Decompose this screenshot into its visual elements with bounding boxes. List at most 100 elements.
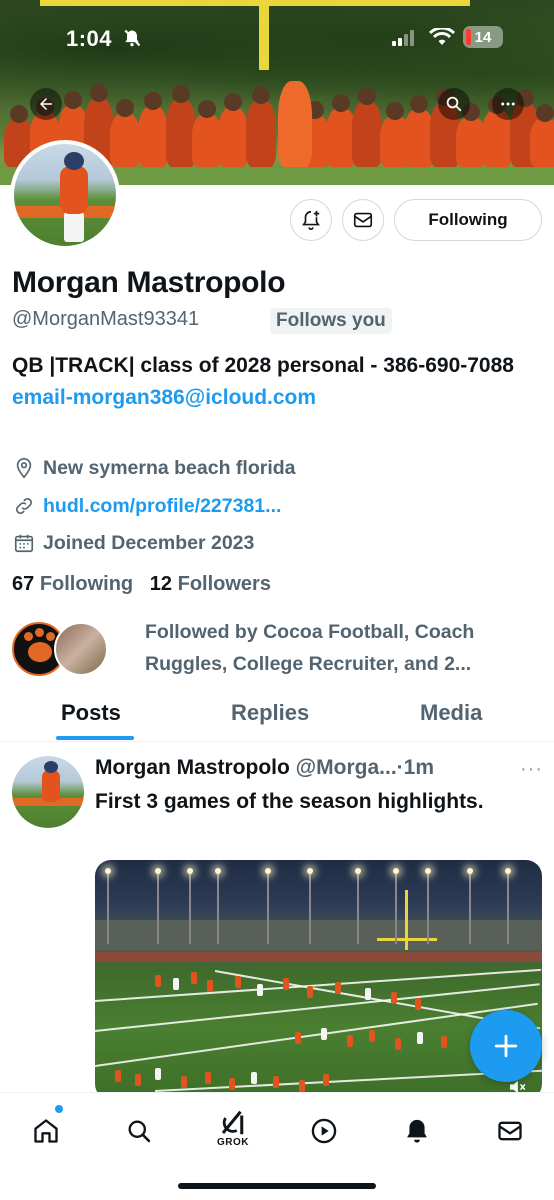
- banner-player: [352, 87, 382, 167]
- home-indicator: [178, 1183, 376, 1189]
- following-count: 67: [12, 573, 35, 595]
- followed-by-avatars[interactable]: [12, 622, 108, 678]
- video-player-figure: [369, 1030, 375, 1042]
- bell-icon: [407, 1119, 427, 1143]
- post-timestamp: 1m: [403, 756, 435, 779]
- more-options-button[interactable]: [492, 88, 524, 120]
- post-more-button[interactable]: ···: [520, 758, 543, 781]
- nav-messages[interactable]: [490, 1111, 530, 1151]
- plus-icon: [494, 1034, 518, 1058]
- profile-joined: Joined December 2023: [12, 531, 254, 555]
- notifications-subscribe-button[interactable]: [290, 199, 332, 241]
- tab-posts[interactable]: Posts: [61, 700, 121, 726]
- compose-post-button[interactable]: [470, 1010, 542, 1082]
- tab-media[interactable]: Media: [420, 700, 482, 726]
- stadium-light: [425, 868, 431, 874]
- profile-avatar[interactable]: [10, 140, 120, 250]
- mail-icon: [498, 1121, 522, 1141]
- cellular-signal-icon: [392, 30, 414, 46]
- video-player-figure: [135, 1074, 141, 1086]
- following-button[interactable]: Following: [394, 199, 542, 241]
- search-icon: [446, 96, 462, 112]
- stadium-light: [215, 868, 221, 874]
- stadium-light: [393, 868, 399, 874]
- banner-player: [110, 99, 140, 167]
- video-player-figure: [273, 1076, 279, 1088]
- nav-notifications[interactable]: [397, 1111, 437, 1151]
- followers-label: Followers: [177, 573, 271, 595]
- video-player-figure: [415, 998, 421, 1010]
- location-text: New symerna beach florida: [43, 456, 296, 479]
- post-author-handle: @Morga...: [295, 756, 397, 779]
- video-player-figure: [299, 1080, 305, 1092]
- more-dots-icon: [501, 102, 515, 106]
- joined-text: Joined December 2023: [43, 531, 255, 554]
- following-count-link[interactable]: 67 Following: [12, 573, 133, 595]
- post-author-name[interactable]: Morgan Mastropolo: [95, 756, 290, 779]
- mail-icon: [353, 212, 373, 228]
- following-label: Following: [39, 573, 134, 595]
- bio-email-link[interactable]: email-morgan386@icloud.com: [12, 386, 316, 409]
- video-player-figure: [321, 1028, 327, 1040]
- stadium-light: [187, 868, 193, 874]
- profile-handle: @MorganMast93341: [12, 308, 200, 330]
- nav-home[interactable]: [26, 1111, 66, 1151]
- video-player-figure: [323, 1074, 329, 1086]
- yard-line: [95, 983, 540, 1032]
- wifi-icon: [429, 28, 455, 45]
- battery-percent: 14: [474, 28, 492, 46]
- home-icon: [34, 1119, 58, 1143]
- back-arrow-icon: [40, 98, 52, 110]
- video-player-figure: [207, 980, 213, 992]
- link-icon: [15, 497, 33, 515]
- video-player-figure: [229, 1078, 235, 1090]
- followed-by-text[interactable]: Followed by Cocoa Football, Coach Ruggle…: [145, 616, 525, 680]
- follow-counts: 67 Following 12 Followers: [12, 573, 271, 596]
- back-button[interactable]: [30, 88, 62, 120]
- post-header: Morgan Mastropolo @Morga...·1m: [95, 756, 435, 779]
- website-link[interactable]: hudl.com/profile/227381...: [43, 495, 281, 518]
- video-player-figure: [155, 975, 161, 987]
- calendar-icon: [14, 534, 34, 553]
- video-player-figure: [155, 1068, 161, 1080]
- stadium-light: [105, 868, 111, 874]
- nav-video[interactable]: [304, 1111, 344, 1151]
- play-circle-icon: [311, 1118, 337, 1144]
- search-profile-button[interactable]: [438, 88, 470, 120]
- video-player-figure: [365, 988, 371, 1000]
- video-player-figure: [181, 1076, 187, 1088]
- stadium-light: [265, 868, 271, 874]
- home-new-dot: [55, 1105, 63, 1113]
- stadium-light: [467, 868, 473, 874]
- message-button[interactable]: [342, 199, 384, 241]
- video-player-figure: [295, 1032, 301, 1044]
- tab-replies[interactable]: Replies: [231, 700, 309, 726]
- followers-count-link[interactable]: 12 Followers: [150, 573, 271, 595]
- nav-search[interactable]: [119, 1111, 159, 1151]
- video-player-figure: [417, 1032, 423, 1044]
- video-player-figure: [205, 1072, 211, 1084]
- silent-bell-icon: [124, 29, 141, 47]
- active-tab-indicator: [56, 736, 134, 740]
- video-player-figure: [441, 1036, 447, 1048]
- yard-line: [95, 968, 541, 1002]
- banner-player: [246, 86, 276, 167]
- search-icon: [128, 1120, 151, 1143]
- status-bar: 1:04 14: [0, 0, 554, 74]
- bio-text: QB |TRACK| class of 2028 personal - 386-…: [12, 354, 514, 377]
- bell-plus-icon: [302, 210, 320, 230]
- profile-tabs: Posts Replies Media: [0, 690, 554, 742]
- video-player-figure: [395, 1038, 401, 1050]
- stadium-light: [355, 868, 361, 874]
- profile-website[interactable]: hudl.com/profile/227381...: [12, 494, 281, 518]
- video-player-figure: [235, 976, 241, 988]
- stadium-light: [155, 868, 161, 874]
- banner-player: [218, 93, 248, 167]
- banner-player: [138, 92, 168, 167]
- profile-location: New symerna beach florida: [12, 456, 296, 480]
- video-track: [95, 952, 542, 962]
- video-stands: [95, 920, 542, 950]
- post-author-avatar[interactable]: [12, 756, 84, 828]
- video-player-figure: [251, 1072, 257, 1084]
- stadium-light: [505, 868, 511, 874]
